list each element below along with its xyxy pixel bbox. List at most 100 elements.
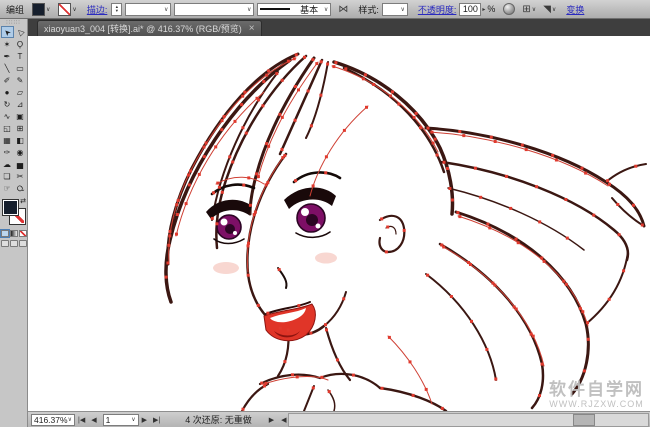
- artboard-tool[interactable]: ❏: [1, 170, 14, 182]
- anchor-point[interactable]: [448, 187, 452, 190]
- anchor-point[interactable]: [516, 241, 520, 245]
- anchor-point[interactable]: [606, 179, 610, 183]
- anchor-point[interactable]: [297, 304, 301, 308]
- anchor-point[interactable]: [228, 155, 232, 159]
- anchor-point[interactable]: [580, 166, 584, 170]
- anchor-point[interactable]: [634, 164, 638, 168]
- anchor-point[interactable]: [309, 124, 313, 128]
- anchor-point[interactable]: [286, 59, 290, 63]
- anchor-point[interactable]: [294, 179, 298, 183]
- anchor-point[interactable]: [267, 144, 271, 148]
- lasso-tool[interactable]: Ϙ: [14, 38, 27, 50]
- anchor-point[interactable]: [280, 148, 284, 151]
- anchor-point[interactable]: [286, 328, 290, 332]
- anchor-point[interactable]: [164, 275, 168, 279]
- anchor-point[interactable]: [504, 174, 508, 178]
- anchor-point[interactable]: [294, 53, 298, 57]
- anchor-point[interactable]: [486, 222, 490, 226]
- type-tool[interactable]: T: [14, 50, 27, 62]
- previous-artboard-button[interactable]: ◀: [91, 416, 96, 424]
- anchor-point[interactable]: [433, 137, 437, 141]
- anchor-point[interactable]: [509, 206, 513, 210]
- anchor-point[interactable]: [554, 158, 558, 162]
- anchor-point[interactable]: [342, 297, 346, 301]
- anchor-point[interactable]: [233, 119, 237, 123]
- opacity-dropdown-icon[interactable]: ▸: [482, 6, 485, 13]
- color-mode-button[interactable]: [0, 229, 10, 238]
- blend-tool[interactable]: ◉: [14, 146, 27, 158]
- shape-builder-tool[interactable]: ◱: [1, 122, 14, 134]
- anchor-point[interactable]: [586, 337, 590, 341]
- anchor-point[interactable]: [246, 244, 250, 248]
- full-screen-menu-mode-button[interactable]: [9, 240, 18, 247]
- zoom-level-combo[interactable]: 416.37% ∨: [31, 413, 75, 426]
- anchor-point[interactable]: [411, 393, 415, 397]
- anchor-point[interactable]: [342, 128, 346, 132]
- anchor-point[interactable]: [266, 311, 270, 315]
- anchor-point[interactable]: [247, 176, 251, 180]
- anchor-point[interactable]: [220, 119, 224, 123]
- anchor-point[interactable]: [281, 156, 285, 160]
- align-grid-icon[interactable]: ⊞ ∨: [522, 4, 536, 15]
- anchor-point[interactable]: [419, 126, 422, 130]
- anchor-point[interactable]: [264, 381, 268, 385]
- stroke-weight-stepper[interactable]: ▲ ▼: [111, 2, 123, 16]
- anchor-point[interactable]: [380, 386, 384, 390]
- anchor-point[interactable]: [412, 115, 416, 119]
- anchor-point[interactable]: [551, 153, 555, 157]
- anchor-point[interactable]: [361, 77, 365, 81]
- anchor-point[interactable]: [435, 153, 439, 157]
- anchor-point[interactable]: [351, 373, 355, 377]
- anchor-point[interactable]: [479, 195, 483, 199]
- anchor-point[interactable]: [256, 303, 260, 307]
- close-icon[interactable]: ×: [249, 24, 255, 34]
- full-screen-mode-button[interactable]: [18, 240, 27, 247]
- anchor-point[interactable]: [214, 145, 218, 149]
- anchor-point[interactable]: [246, 273, 250, 277]
- horizontal-scrollbar[interactable]: [288, 412, 649, 427]
- anchor-point[interactable]: [303, 55, 306, 59]
- anchor-point[interactable]: [414, 111, 418, 115]
- anchor-point[interactable]: [319, 60, 323, 64]
- anchor-point[interactable]: [469, 263, 472, 266]
- none-mode-button[interactable]: [18, 230, 27, 237]
- anchor-point[interactable]: [278, 326, 282, 330]
- width-profile-combo[interactable]: ∨: [174, 2, 255, 16]
- gradient-tool[interactable]: ◧: [14, 134, 27, 146]
- anchor-point[interactable]: [540, 256, 544, 260]
- anchor-point[interactable]: [462, 134, 466, 138]
- anchor-point[interactable]: [261, 104, 265, 108]
- isolate-selection-icon[interactable]: ◥ ∨: [543, 4, 556, 15]
- anchor-point[interactable]: [327, 390, 331, 394]
- anchor-point[interactable]: [431, 141, 435, 145]
- anchor-point[interactable]: [325, 328, 328, 332]
- perspective-grid-tool[interactable]: ⊞: [14, 122, 27, 134]
- vector-artwork[interactable]: [28, 36, 650, 411]
- anchor-point[interactable]: [440, 406, 444, 410]
- anchor-point[interactable]: [277, 268, 281, 272]
- anchor-point[interactable]: [309, 331, 313, 335]
- anchor-point[interactable]: [387, 335, 391, 339]
- gradient-mode-button[interactable]: [9, 230, 18, 237]
- stroke-panel-link[interactable]: 描边:: [87, 3, 108, 16]
- anchor-point[interactable]: [175, 213, 179, 216]
- anchor-point[interactable]: [531, 334, 535, 338]
- anchor-point[interactable]: [262, 80, 266, 84]
- anchor-point[interactable]: [255, 96, 259, 100]
- anchor-point[interactable]: [267, 69, 271, 73]
- anchor-point[interactable]: [389, 94, 392, 98]
- anchor-point[interactable]: [184, 202, 188, 206]
- color-wheel-icon[interactable]: [503, 3, 516, 15]
- anchor-point[interactable]: [494, 377, 498, 381]
- anchor-point[interactable]: [426, 273, 430, 277]
- anchor-point[interactable]: [446, 167, 449, 170]
- anchor-point[interactable]: [456, 211, 460, 215]
- anchor-point[interactable]: [166, 261, 170, 265]
- anchor-point[interactable]: [442, 245, 446, 249]
- anchor-point[interactable]: [280, 115, 284, 119]
- anchor-point[interactable]: [311, 58, 315, 62]
- rotate-tool[interactable]: ↻: [1, 98, 14, 110]
- toolbox-grip[interactable]: ∷∷∷: [0, 19, 27, 26]
- anchor-point[interactable]: [493, 140, 497, 143]
- anchor-point[interactable]: [538, 220, 542, 224]
